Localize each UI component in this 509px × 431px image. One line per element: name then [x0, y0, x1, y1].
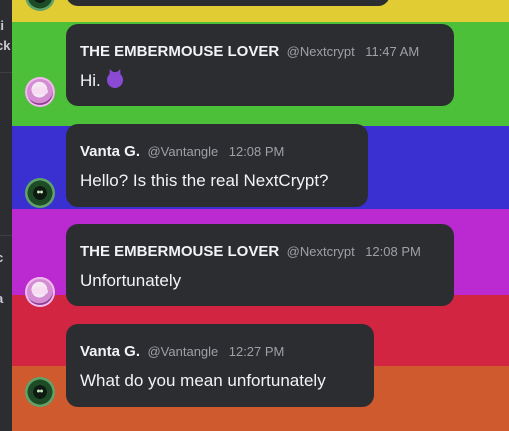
avatar[interactable] [25, 377, 55, 407]
message-text: Hi. [80, 71, 101, 90]
message-bubble: Vanta G. @Vantangle 12:08 PM Hello? Is t… [66, 124, 368, 207]
message-text: Hello? Is this the real NextCrypt? [80, 171, 329, 190]
sidebar-divider [0, 72, 12, 73]
message-text: Unfortunately [80, 271, 182, 290]
sidebar-snippet-3: c [0, 250, 3, 265]
message-bubble-partial [66, 0, 390, 6]
message-timestamp: 12:08 PM [365, 244, 421, 259]
message-bubble: THE EMBERMOUSE LOVER @Nextcrypt 11:47 AM… [66, 24, 454, 106]
sidebar-snippet-2: ck [0, 38, 11, 53]
message-timestamp: 12:27 PM [228, 344, 285, 359]
smiling-imp-emoji-icon [106, 72, 123, 88]
avatar[interactable] [25, 178, 55, 208]
message-bubble: THE EMBERMOUSE LOVER @Nextcrypt 12:08 PM… [66, 224, 454, 306]
sidebar-divider [0, 235, 12, 236]
avatar[interactable] [25, 77, 55, 107]
message-author[interactable]: Vanta G. [80, 343, 140, 360]
channel-sidebar-edge: ti ck c a [0, 0, 12, 431]
message-bubble: Vanta G. @Vantangle 12:27 PM What do you… [66, 324, 374, 407]
message-timestamp: 11:47 AM [365, 44, 420, 59]
message-author[interactable]: Vanta G. [80, 143, 140, 160]
message-timestamp: 12:08 PM [228, 144, 285, 159]
avatar[interactable] [25, 277, 55, 307]
message-handle: @Nextcrypt [286, 244, 355, 259]
message-author[interactable]: THE EMBERMOUSE LOVER [80, 43, 279, 60]
sidebar-snippet-4: a [0, 291, 3, 306]
message-author[interactable]: THE EMBERMOUSE LOVER [80, 243, 279, 260]
message-text: What do you mean unfortunately [80, 371, 326, 390]
message-handle: @Vantangle [147, 144, 219, 159]
message-handle: @Vantangle [147, 344, 219, 359]
message-handle: @Nextcrypt [286, 44, 355, 59]
sidebar-snippet-1: ti [0, 18, 4, 33]
